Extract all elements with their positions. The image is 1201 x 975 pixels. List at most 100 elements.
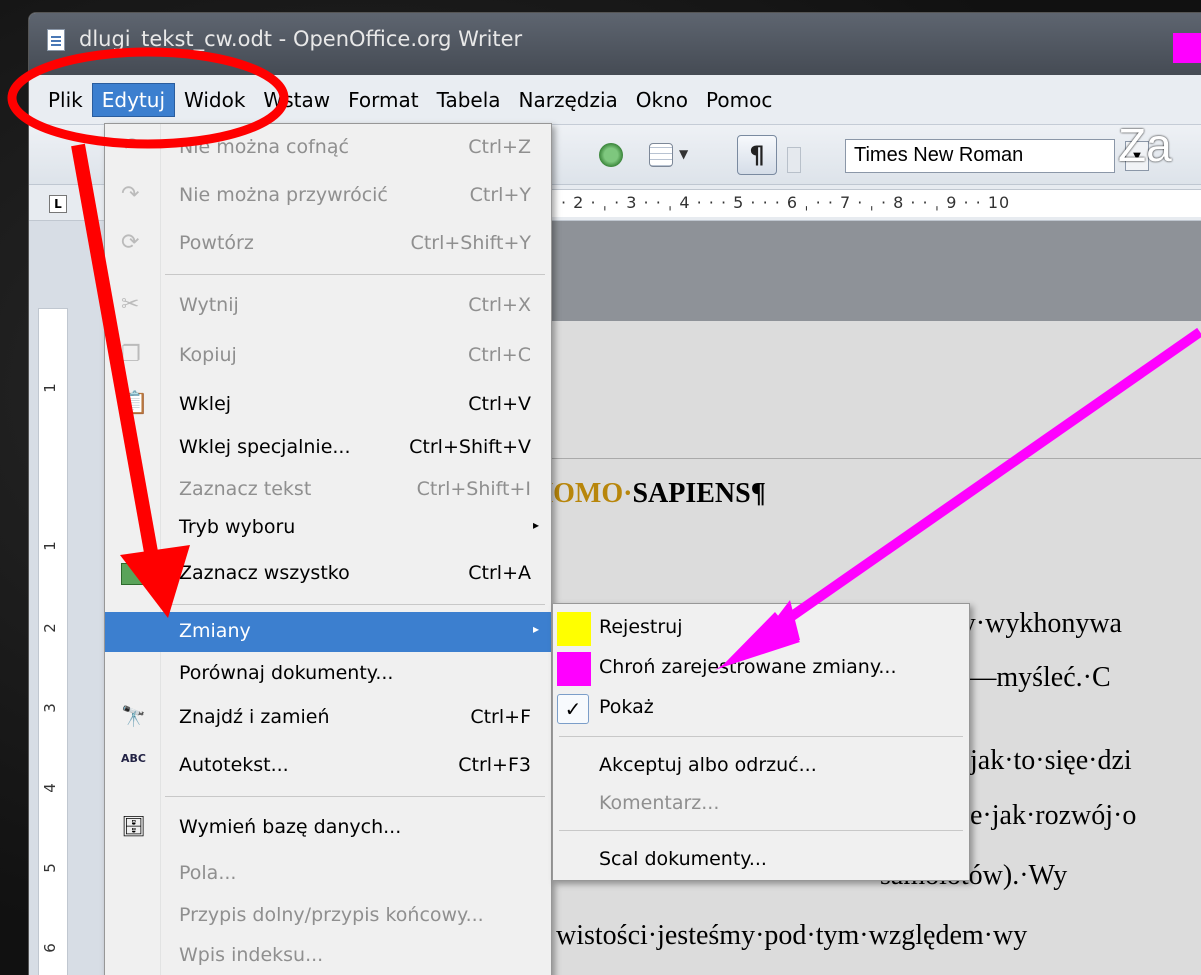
- menu-plik[interactable]: Plik: [39, 84, 92, 116]
- header-divider: [522, 458, 1201, 459]
- binoculars-icon: 🔭: [121, 704, 146, 728]
- submenu-label: Chroń zarejestrowane zmiany...: [599, 656, 897, 678]
- menu-footnote[interactable]: Przypis dolny/przypis końcowy...: [105, 896, 551, 936]
- submenu-label: Akceptuj albo odrzuć...: [599, 754, 817, 776]
- menu-pomoc[interactable]: Pomoc: [697, 84, 781, 116]
- document-line[interactable]: łby·wykhonywa: [940, 608, 1201, 640]
- menu-wstaw[interactable]: Wstaw: [254, 84, 339, 116]
- menu-select-text[interactable]: Zaznacz tekst Ctrl+Shift+I: [105, 470, 551, 510]
- menu-find-replace[interactable]: 🔭 Znajdź i zamień Ctrl+F: [105, 698, 551, 738]
- menu-separator: [165, 274, 545, 275]
- submenu-label: Rejestruj: [599, 616, 683, 638]
- menu-index-entry[interactable]: Wpis indeksu...: [105, 936, 551, 975]
- navigator-icon[interactable]: [599, 143, 623, 167]
- menu-compare[interactable]: Porównaj dokumenty...: [105, 654, 551, 694]
- menu-label: Znajdź i zamień: [179, 706, 330, 728]
- menu-label: Autotekst...: [179, 754, 289, 776]
- submenu-record[interactable]: Rejestruj: [553, 608, 969, 648]
- menu-label: Zmiany: [179, 620, 251, 642]
- document-icon: [47, 29, 65, 51]
- menu-label: Tryb wyboru: [179, 516, 296, 538]
- menu-bar: Plik Edytuj Widok Wstaw Format Tabela Na…: [29, 75, 1201, 125]
- menu-label: Zaznacz wszystko: [179, 562, 350, 584]
- vruler-number: 6: [40, 943, 59, 953]
- table-dropdown-icon[interactable]: ▼: [679, 147, 688, 161]
- document-line[interactable]: e·jak·rozwój·o: [970, 800, 1201, 832]
- paste-icon: 📋: [121, 391, 149, 416]
- font-name-input[interactable]: Times New Roman: [845, 139, 1115, 173]
- menu-undo[interactable]: ↶ Nie można cofnąć Ctrl+Z: [105, 128, 551, 168]
- menu-shortcut: Ctrl+A: [468, 562, 531, 584]
- submenu-accept-reject[interactable]: Akceptuj albo odrzuć...: [553, 746, 969, 786]
- yellow-swatch: [557, 612, 591, 646]
- menu-cut[interactable]: ✂ Wytnij Ctrl+X: [105, 286, 551, 326]
- undo-icon: ↶: [121, 134, 140, 159]
- menu-label: Wytnij: [179, 294, 239, 316]
- menu-shortcut: Ctrl+X: [468, 294, 531, 316]
- submenu-show[interactable]: ✓ Pokaż: [553, 688, 969, 728]
- menu-copy[interactable]: ❐ Kopiuj Ctrl+C: [105, 336, 551, 376]
- menu-exchange-database[interactable]: 🗄 Wymień bazę danych...: [105, 808, 551, 848]
- menu-autotext[interactable]: ABC Autotekst... Ctrl+F3: [105, 746, 551, 786]
- vruler-number: 4: [40, 783, 59, 793]
- menu-label: Wklej: [179, 393, 232, 415]
- menu-narzedzia[interactable]: Narzędzia: [510, 84, 627, 116]
- menu-repeat[interactable]: ⟳ Powtórz Ctrl+Shift+Y: [105, 224, 551, 264]
- menu-redo[interactable]: ↷ Nie można przywrócić Ctrl+Y: [105, 176, 551, 216]
- menu-edytuj[interactable]: Edytuj: [91, 82, 176, 117]
- menu-separator: [165, 796, 545, 797]
- submenu-comment[interactable]: Komentarz...: [553, 784, 969, 824]
- formatting-marks-button[interactable]: ¶: [737, 135, 777, 175]
- window-title: dlugi_tekst_cw.odt - OpenOffice.org Writ…: [79, 27, 523, 51]
- menu-format[interactable]: Format: [339, 84, 427, 116]
- document-line[interactable]: jak·to·sięe·dzi: [970, 745, 1201, 777]
- menu-label: Nie można przywrócić: [179, 184, 388, 206]
- menu-select-all[interactable]: Zaznacz wszystko Ctrl+A: [105, 554, 551, 594]
- document-line[interactable]: wistości·jesteśmy·pod·tym·względem·wy: [556, 920, 1201, 952]
- menu-label: Kopiuj: [179, 344, 237, 366]
- menu-shortcut: Ctrl+Shift+V: [409, 436, 531, 458]
- ruler-marks: · 2 · ˌ · 3 · · ˌ 4 · · · 5 · · · 6 ˌ · …: [551, 189, 1201, 217]
- menu-tabela[interactable]: Tabela: [428, 84, 510, 116]
- menu-shortcut: Ctrl+C: [468, 344, 531, 366]
- menu-widok[interactable]: Widok: [175, 84, 254, 116]
- database-icon: 🗄: [121, 814, 147, 838]
- menu-okno[interactable]: Okno: [627, 84, 697, 116]
- menu-shortcut: Ctrl+Shift+Y: [410, 232, 531, 254]
- menu-shortcut: Ctrl+Z: [468, 136, 531, 158]
- submenu-merge-documents[interactable]: Scal dokumenty...: [553, 840, 969, 880]
- overlay-text: Za: [1118, 119, 1172, 171]
- magenta-swatch: [1173, 33, 1201, 63]
- menu-label: Powtórz: [179, 232, 254, 254]
- scissors-icon: ✂: [121, 292, 140, 317]
- autotext-icon: ABC: [121, 752, 146, 765]
- document-heading[interactable]: ·HOMO·SAPIENS¶: [522, 478, 1201, 510]
- document-line[interactable]: o·—myśleć.·C: [945, 662, 1201, 694]
- submenu-separator: [559, 830, 963, 831]
- menu-label: Porównaj dokumenty...: [179, 662, 394, 684]
- table-icon[interactable]: [649, 143, 673, 167]
- menu-selection-mode[interactable]: Tryb wyboru ▸: [105, 508, 551, 548]
- menu-paste-special[interactable]: Wklej specjalnie... Ctrl+Shift+V: [105, 428, 551, 468]
- magenta-swatch: [557, 652, 591, 686]
- submenu-label: Scal dokumenty...: [599, 848, 767, 870]
- menu-label: Wymień bazę danych...: [179, 816, 402, 838]
- copy-icon: ❐: [121, 342, 141, 367]
- menu-separator: [165, 604, 545, 605]
- menu-shortcut: Ctrl+F3: [458, 754, 531, 776]
- submenu-label: Komentarz...: [599, 792, 720, 814]
- menu-paste[interactable]: 📋 Wklej Ctrl+V: [105, 385, 551, 425]
- menu-shortcut: Ctrl+F: [470, 706, 531, 728]
- menu-label: Wklej specjalnie...: [179, 436, 351, 458]
- menu-changes[interactable]: Zmiany ▸: [105, 612, 551, 652]
- menu-shortcut: Ctrl+V: [468, 393, 531, 415]
- menu-label: Nie można cofnąć: [179, 136, 349, 158]
- menu-label: Przypis dolny/przypis końcowy...: [179, 904, 484, 926]
- menu-fields[interactable]: Pola...: [105, 854, 551, 894]
- vruler-number: 1: [40, 541, 59, 551]
- submenu-protect-changes[interactable]: Chroń zarejestrowane zmiany...: [553, 648, 969, 688]
- submenu-arrow-icon: ▸: [532, 518, 539, 532]
- menu-label: Zaznacz tekst: [179, 478, 312, 500]
- tab-stop-icon[interactable]: L: [49, 195, 67, 213]
- toolbar-handle-icon[interactable]: [787, 147, 801, 173]
